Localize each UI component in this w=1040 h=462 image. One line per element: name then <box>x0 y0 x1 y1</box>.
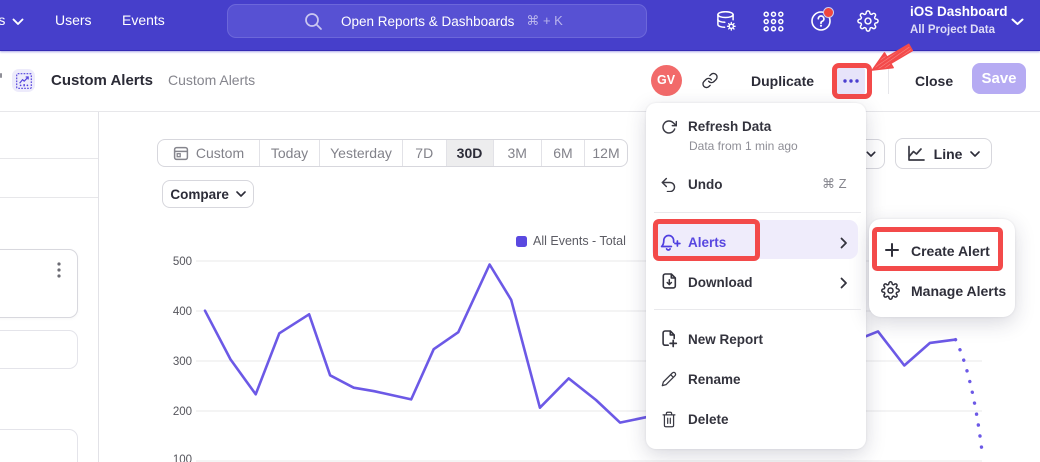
svg-text:500: 500 <box>173 256 192 268</box>
svg-text:200: 200 <box>173 406 192 418</box>
svg-text:300: 300 <box>173 356 192 368</box>
svg-text:400: 400 <box>173 306 192 318</box>
svg-text:100: 100 <box>173 454 192 462</box>
